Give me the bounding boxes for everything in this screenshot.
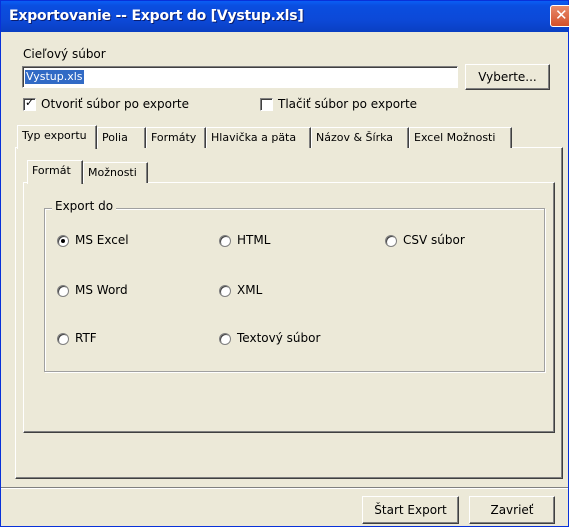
tab-label: Formáty	[151, 131, 197, 144]
radio-ms-excel[interactable]	[57, 235, 69, 247]
tab-label: Typ exportu	[22, 129, 87, 142]
export-type-group-title: Export do	[52, 199, 117, 213]
export-dialog: Exportovanie -- Export do [Vystup.xls] ✕…	[0, 0, 569, 527]
close-button[interactable]: Zavrieť	[469, 496, 555, 524]
radio-csv[interactable]	[385, 235, 397, 247]
start-export-button-label: Štart Export	[374, 503, 447, 517]
radio-label-ms-word: MS Word	[75, 283, 128, 297]
bottom-separator-highlight	[1, 488, 568, 489]
radio-selected-dot	[61, 239, 65, 243]
radio-label-text-file: Textový súbor	[237, 331, 321, 345]
start-export-button[interactable]: Štart Export	[362, 496, 459, 524]
tab-excel-moznosti[interactable]: Excel Možnosti	[409, 127, 512, 148]
window-title: Exportovanie -- Export do [Vystup.xls]	[9, 8, 304, 24]
tab-nazov-sirka[interactable]: Názov & Šírka	[311, 127, 409, 148]
close-button-label: Zavrieť	[490, 503, 534, 517]
print-after-export-checkbox[interactable]	[260, 98, 273, 111]
radio-label-rtf: RTF	[75, 331, 97, 345]
radio-text-file[interactable]	[219, 333, 231, 345]
title-bar[interactable]: Exportovanie -- Export do [Vystup.xls] ✕	[1, 1, 569, 32]
close-window-button[interactable]: ✕	[550, 5, 569, 27]
subtab-moznosti[interactable]: Možnosti	[83, 162, 148, 183]
radio-label-ms-excel: MS Excel	[75, 233, 129, 247]
tab-formaty[interactable]: Formáty	[146, 127, 206, 148]
radio-xml[interactable]	[219, 285, 231, 297]
open-after-export-label: Otvoriť súbor po exporte	[41, 97, 189, 111]
tab-label: Polia	[102, 131, 128, 144]
close-icon: ✕	[555, 6, 568, 24]
target-file-value: Vystup.xls	[25, 70, 84, 84]
radio-label-csv: CSV súbor	[403, 233, 465, 247]
checkmark-icon: ✓	[25, 96, 35, 109]
browse-button-label: Vyberte...	[478, 70, 537, 84]
tab-hlavicka-a-pata[interactable]: Hlavička a päta	[206, 127, 311, 148]
target-file-input[interactable]: Vystup.xls	[22, 66, 458, 88]
radio-label-html: HTML	[237, 233, 271, 247]
tab-polia[interactable]: Polia	[97, 127, 146, 148]
subtab-label: Formát	[32, 164, 71, 177]
browse-button[interactable]: Vyberte...	[465, 64, 550, 90]
subtab-label: Možnosti	[88, 166, 137, 179]
radio-html[interactable]	[219, 235, 231, 247]
tab-label: Hlavička a päta	[211, 131, 297, 144]
tab-label: Excel Možnosti	[414, 131, 496, 144]
print-after-export-label: Tlačiť súbor po exporte	[278, 97, 418, 111]
open-after-export-checkbox[interactable]: ✓	[23, 96, 36, 111]
subtab-format[interactable]: Formát	[27, 160, 83, 184]
tab-label: Názov & Šírka	[316, 131, 394, 144]
target-file-label: Cieľový súbor	[23, 47, 106, 61]
radio-rtf[interactable]	[57, 333, 69, 345]
radio-ms-word[interactable]	[57, 285, 69, 297]
tab-typ-exportu[interactable]: Typ exportu	[17, 125, 97, 149]
radio-label-xml: XML	[237, 283, 263, 297]
